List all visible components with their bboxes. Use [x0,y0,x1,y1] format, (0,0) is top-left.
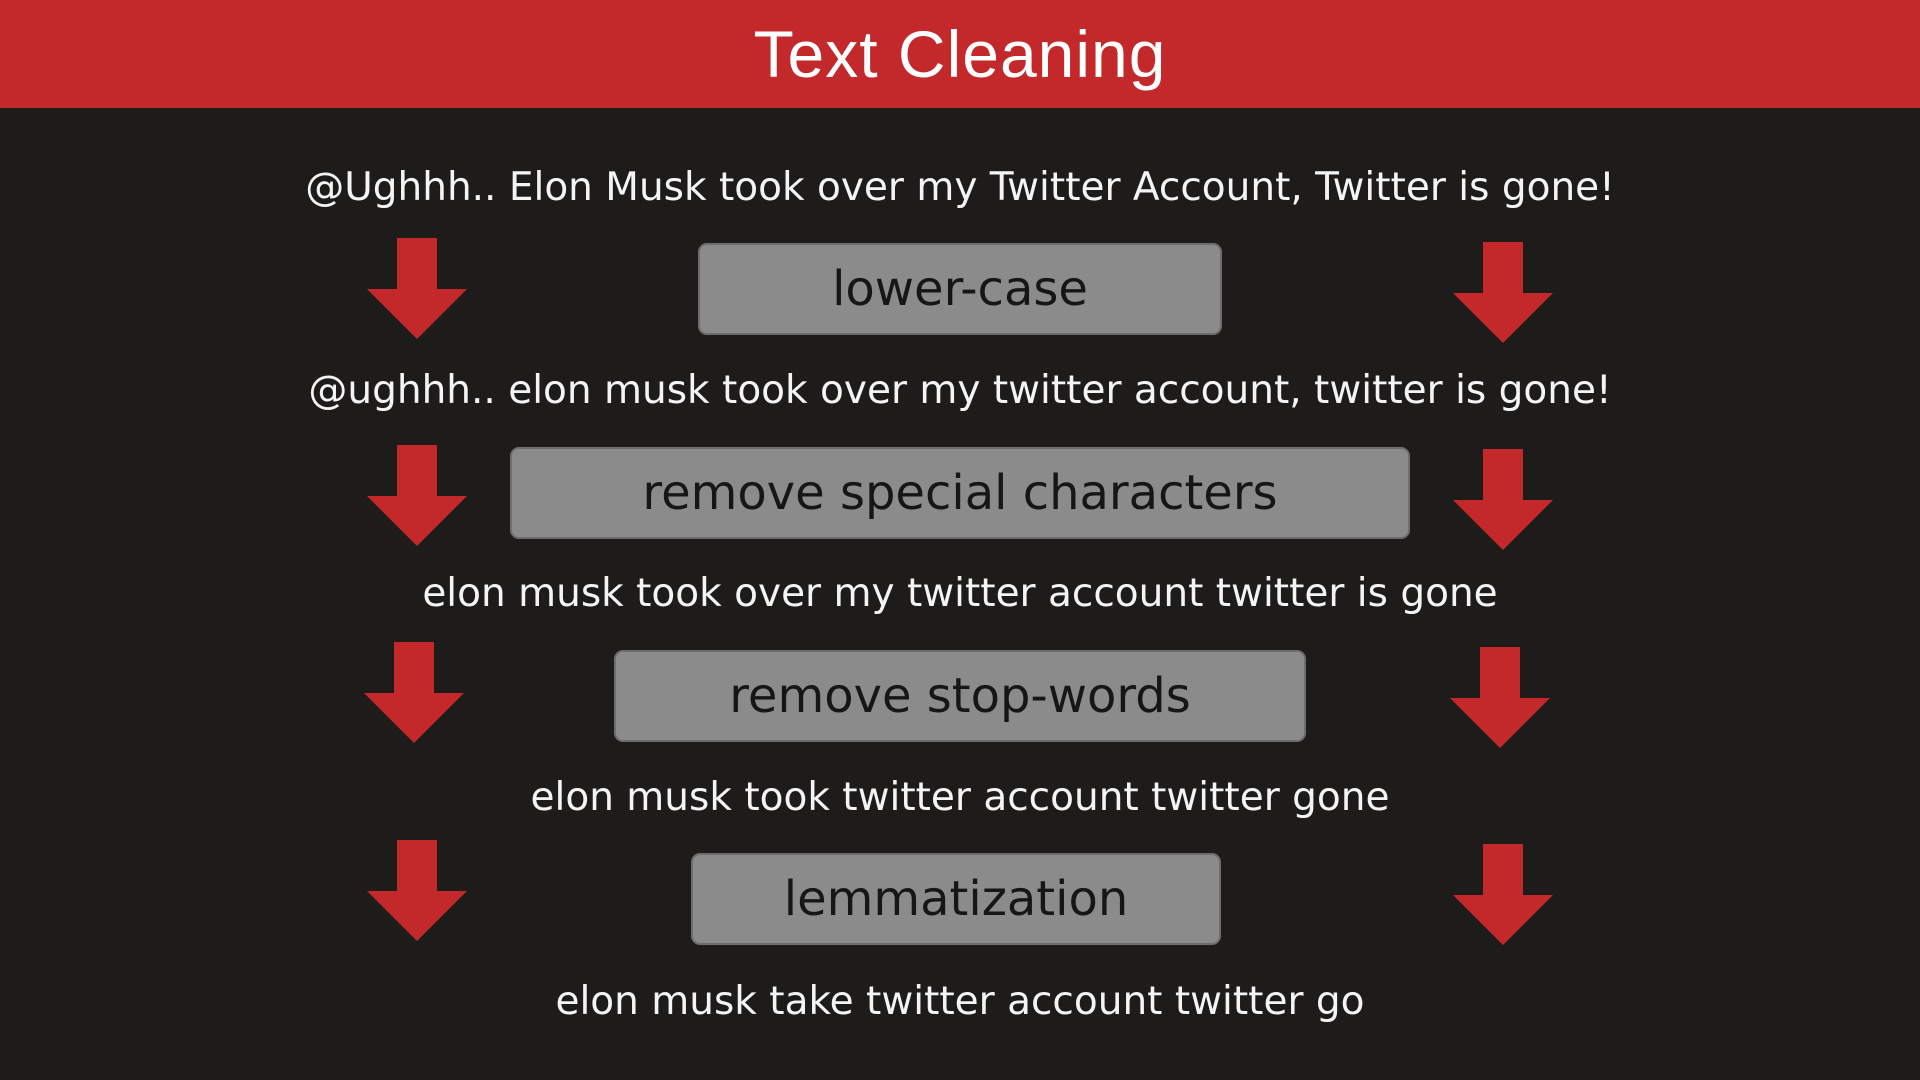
input-text: @Ughhh.. Elon Musk took over my Twitter … [305,165,1615,210]
step-output-remove-special-characters: elon musk took over my twitter account t… [422,571,1498,616]
step-output-lower-case: @ughhh.. elon musk took over my twitter … [308,368,1612,413]
step-output-lemmatization: elon musk take twitter account twitter g… [555,979,1365,1024]
arrow-down-icon [1450,647,1550,748]
arrow-down-icon [1453,242,1553,343]
arrow-down-icon [367,445,467,546]
step-box-remove-special-characters: remove special characters [510,447,1410,539]
step-output-remove-stop-words: elon musk took twitter account twitter g… [530,775,1390,820]
arrow-down-icon [367,840,467,941]
step-label: remove stop-words [729,668,1191,724]
step-label: lower-case [832,261,1088,317]
step-box-lower-case: lower-case [698,243,1222,335]
title-bar: Text Cleaning [0,0,1920,108]
step-label: lemmatization [783,871,1129,927]
page-title: Text Cleaning [753,17,1167,91]
step-label: remove special characters [642,465,1278,521]
step-box-lemmatization: lemmatization [691,853,1221,945]
arrow-down-icon [1453,844,1553,945]
arrow-down-icon [367,238,467,339]
arrow-down-icon [1453,449,1553,550]
arrow-down-icon [364,642,464,743]
step-box-remove-stop-words: remove stop-words [614,650,1306,742]
